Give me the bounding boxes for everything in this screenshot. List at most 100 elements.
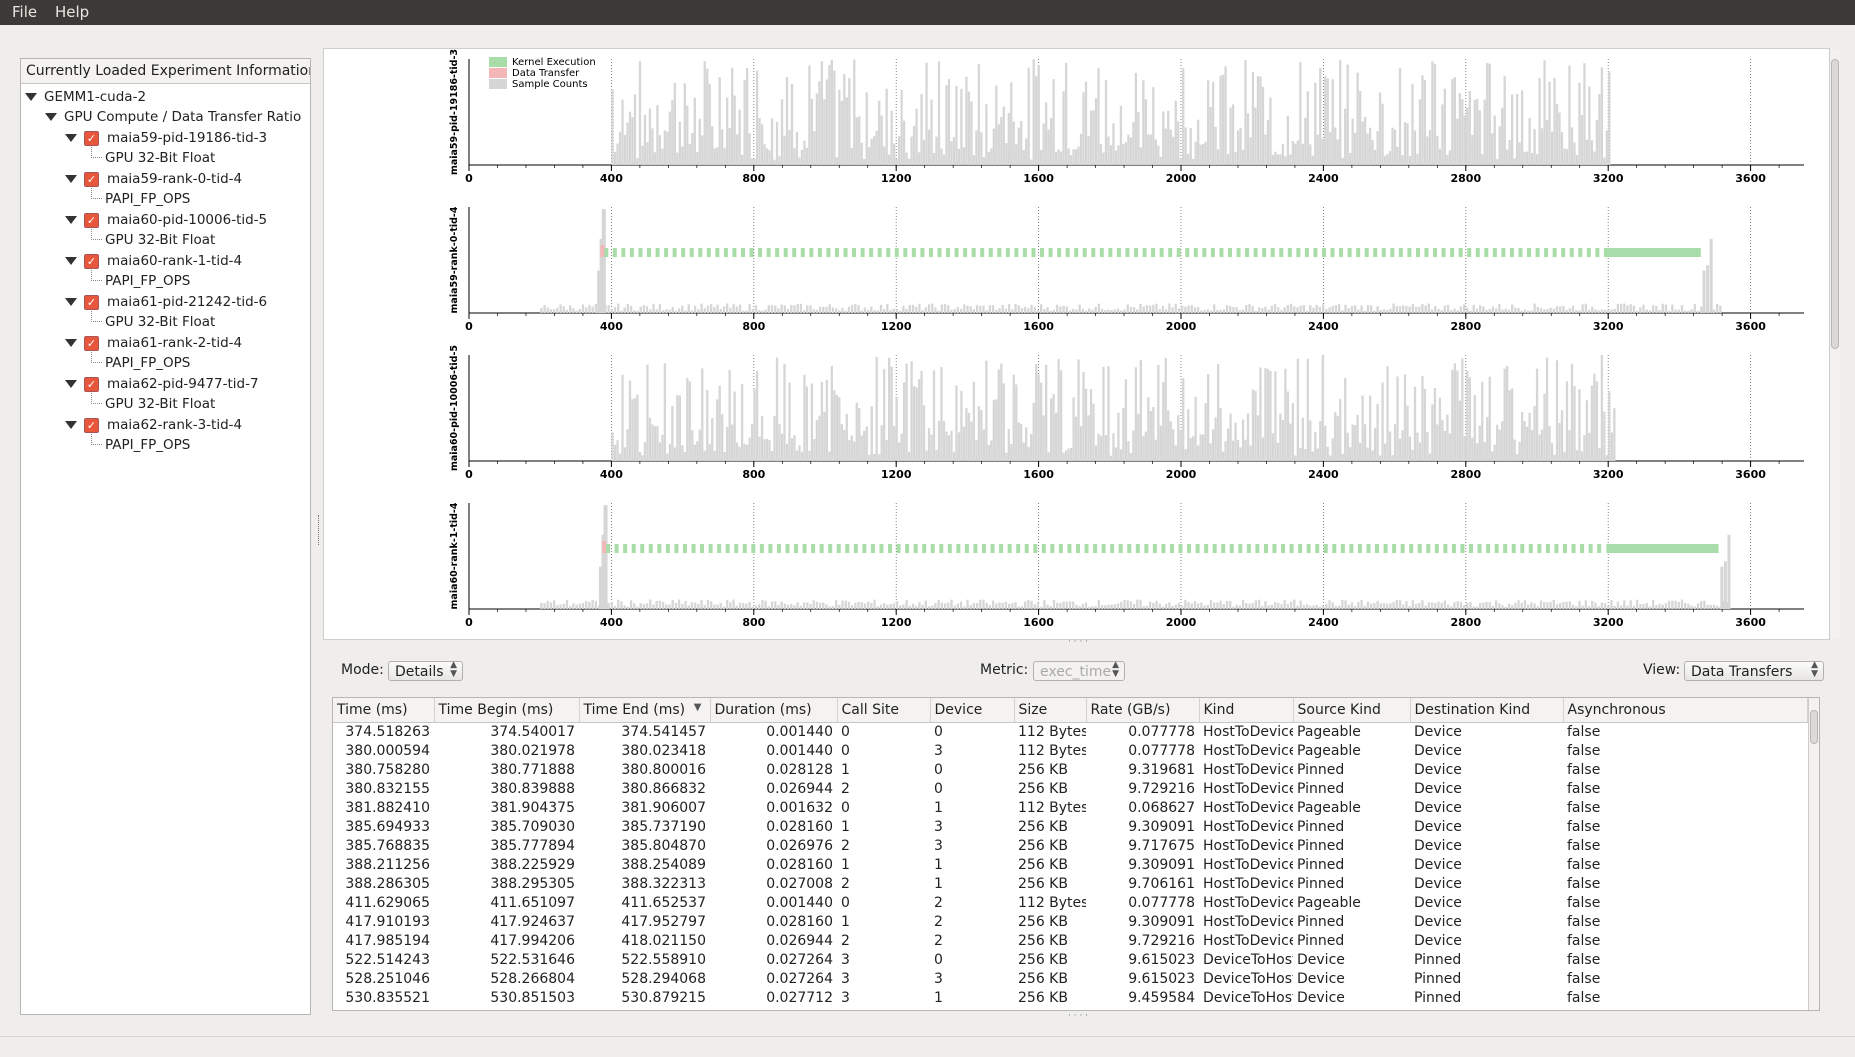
- tree-node[interactable]: ✓ maia59-rank-0-tid-4: [65, 169, 242, 189]
- expand-arrow-icon[interactable]: [65, 339, 77, 347]
- column-header[interactable]: Duration (ms): [710, 698, 838, 723]
- expand-arrow-icon[interactable]: [25, 93, 37, 101]
- sample-count-bar: [835, 157, 838, 165]
- table-row[interactable]: 374.518263 374.540017 374.541457 0.001440 0 0…: [333, 723, 1807, 743]
- column-header[interactable]: Destination Kind: [1410, 698, 1564, 723]
- sample-count-bar: [905, 363, 908, 461]
- sample-count-bar: [1277, 602, 1280, 609]
- expand-arrow-icon[interactable]: [65, 380, 77, 388]
- kernel-execution-bar: [896, 544, 901, 553]
- column-header[interactable]: Time (ms): [333, 698, 435, 723]
- tree-metric-item[interactable]: PAPI_FP_OPS: [105, 353, 190, 373]
- sample-count-bar: [1571, 305, 1575, 313]
- table-row[interactable]: 380.000594 380.021978 380.023418 0.001440 0 3…: [333, 742, 1807, 761]
- table-resize-grip-icon[interactable]: · · · ·: [1068, 1011, 1088, 1021]
- tree-node[interactable]: ✓ maia61-rank-2-tid-4: [65, 333, 242, 353]
- mode-select[interactable]: Details ▲ ▼: [388, 661, 463, 681]
- tree-node[interactable]: ✓ maia61-pid-21242-tid-6: [65, 292, 267, 312]
- column-header[interactable]: Asynchronous: [1563, 698, 1808, 723]
- expand-arrow-icon[interactable]: [65, 257, 77, 265]
- sort-descending-icon[interactable]: ▼: [694, 702, 702, 713]
- sample-count-bar: [1351, 424, 1354, 461]
- checkbox-icon[interactable]: ✓: [84, 253, 99, 269]
- tree-metric-item[interactable]: PAPI_FP_OPS: [105, 189, 190, 209]
- expand-arrow-icon[interactable]: [65, 298, 77, 306]
- table-row[interactable]: 380.758280 380.771888 380.800016 0.028128 1 0…: [333, 761, 1807, 780]
- sample-count-bar: [1157, 364, 1160, 461]
- kernel-execution-bar: [725, 544, 730, 553]
- checkbox-icon[interactable]: ✓: [84, 376, 99, 392]
- menu-file[interactable]: File: [12, 3, 37, 21]
- table-row[interactable]: 522.514243 522.531646 522.558910 0.027264 3 0…: [333, 951, 1807, 970]
- table-row[interactable]: 528.251046 528.266804 528.294068 0.027264 3 3…: [333, 970, 1807, 989]
- checkbox-icon[interactable]: ✓: [84, 130, 99, 146]
- tree-metric-item[interactable]: PAPI_FP_OPS: [105, 271, 190, 291]
- table-row[interactable]: 417.910193 417.924637 417.952797 0.028160 1 2…: [333, 913, 1807, 932]
- splitter-handle[interactable]: [318, 515, 323, 545]
- view-select[interactable]: Data Transfers ▲ ▼: [1684, 661, 1824, 681]
- sample-count-bar: [1284, 156, 1287, 165]
- column-header[interactable]: Source Kind: [1293, 698, 1411, 723]
- column-header[interactable]: Time End (ms) ▼: [579, 698, 711, 723]
- tree-node[interactable]: ✓ maia60-rank-1-tid-4: [65, 251, 242, 271]
- tree-node[interactable]: ✓ maia62-pid-9477-tid-7: [65, 374, 259, 394]
- tree-metric-item[interactable]: PAPI_FP_OPS: [105, 435, 190, 455]
- tree-metric-item[interactable]: GPU 32-Bit Float: [105, 230, 215, 250]
- column-header[interactable]: Rate (GB/s): [1086, 698, 1200, 723]
- expand-arrow-icon[interactable]: [65, 421, 77, 429]
- sample-count-bar: [780, 433, 784, 461]
- checkbox-icon[interactable]: ✓: [84, 171, 99, 187]
- tree-metric-item[interactable]: GPU 32-Bit Float: [105, 148, 215, 168]
- column-header[interactable]: Device: [930, 698, 1015, 723]
- sample-count-bar: [815, 93, 819, 165]
- table-scrollbar[interactable]: [1808, 698, 1819, 1010]
- table-row[interactable]: 388.286305 388.295305 388.322313 0.027008 2 1…: [333, 875, 1807, 894]
- sample-count-bar: [1248, 603, 1251, 609]
- sample-count-bar: [700, 600, 703, 609]
- kernel-execution-bar: [1606, 544, 1719, 553]
- splitter-grip-icon[interactable]: · · · ·: [1068, 637, 1088, 647]
- table-row[interactable]: 530.835521 530.851503 530.879215 0.027712 3 1…: [333, 989, 1807, 1008]
- menu-help[interactable]: Help: [55, 3, 89, 21]
- chart-scrollbar-thumb[interactable]: [1831, 59, 1839, 349]
- checkbox-icon[interactable]: ✓: [84, 212, 99, 228]
- column-header[interactable]: Kind: [1199, 698, 1294, 723]
- column-header[interactable]: Size: [1014, 698, 1087, 723]
- table-row[interactable]: 380.832155 380.839888 380.866832 0.026944 2 0…: [333, 780, 1807, 799]
- checkbox-icon[interactable]: ✓: [84, 335, 99, 351]
- tree-metric-item[interactable]: GPU 32-Bit Float: [105, 312, 215, 332]
- expand-arrow-icon[interactable]: [65, 134, 77, 142]
- sample-count-bar: [1453, 77, 1456, 165]
- table-scrollbar-thumb[interactable]: [1810, 710, 1818, 744]
- tree-node[interactable]: ✓ maia60-pid-10006-tid-5: [65, 210, 267, 230]
- table-row[interactable]: 388.211256 388.225929 388.254089 0.028160 1 1…: [333, 856, 1807, 875]
- expand-arrow-icon[interactable]: [65, 175, 77, 183]
- tree-node[interactable]: ✓ maia59-pid-19186-tid-3: [65, 128, 267, 148]
- table-row[interactable]: 411.629065 411.651097 411.652537 0.001440 0 2…: [333, 894, 1807, 913]
- sample-count-bar: [1144, 99, 1147, 165]
- sample-count-bar: [793, 605, 796, 609]
- table-row[interactable]: 381.882410 381.904375 381.906007 0.001632 0 1…: [333, 799, 1807, 818]
- checkbox-icon[interactable]: ✓: [84, 294, 99, 310]
- chart-scrollbar[interactable]: [1829, 49, 1840, 639]
- tree-metric-item[interactable]: GPU 32-Bit Float: [105, 394, 215, 414]
- table-row[interactable]: 417.985194 417.994206 418.021150 0.026944 2 2…: [333, 932, 1807, 951]
- tree-root[interactable]: GEMM1-cuda-2: [25, 87, 146, 107]
- metric-select[interactable]: exec_time ▲ ▼: [1033, 661, 1125, 681]
- sample-count-bar: [559, 604, 562, 609]
- column-header[interactable]: Time Begin (ms): [434, 698, 580, 723]
- checkbox-icon[interactable]: ✓: [84, 417, 99, 433]
- tree-group[interactable]: GPU Compute / Data Transfer Ratio: [45, 107, 301, 127]
- sample-count-bar: [1169, 421, 1172, 461]
- tree-node[interactable]: ✓ maia62-rank-3-tid-4: [65, 415, 242, 435]
- expand-arrow-icon[interactable]: [45, 113, 57, 121]
- table-row[interactable]: 385.694933 385.709030 385.737190 0.028160 1 3…: [333, 818, 1807, 837]
- sample-count-bar: [1329, 455, 1332, 461]
- expand-arrow-icon[interactable]: [65, 216, 77, 224]
- sample-count-bar: [1538, 77, 1541, 165]
- sample-count-bar: [1520, 412, 1524, 461]
- column-header[interactable]: Call Site: [837, 698, 931, 723]
- sample-count-bar: [1116, 603, 1120, 609]
- kernel-execution-bar: [1451, 544, 1456, 553]
- table-row[interactable]: 385.768835 385.777894 385.804870 0.026976 2 3…: [333, 837, 1807, 856]
